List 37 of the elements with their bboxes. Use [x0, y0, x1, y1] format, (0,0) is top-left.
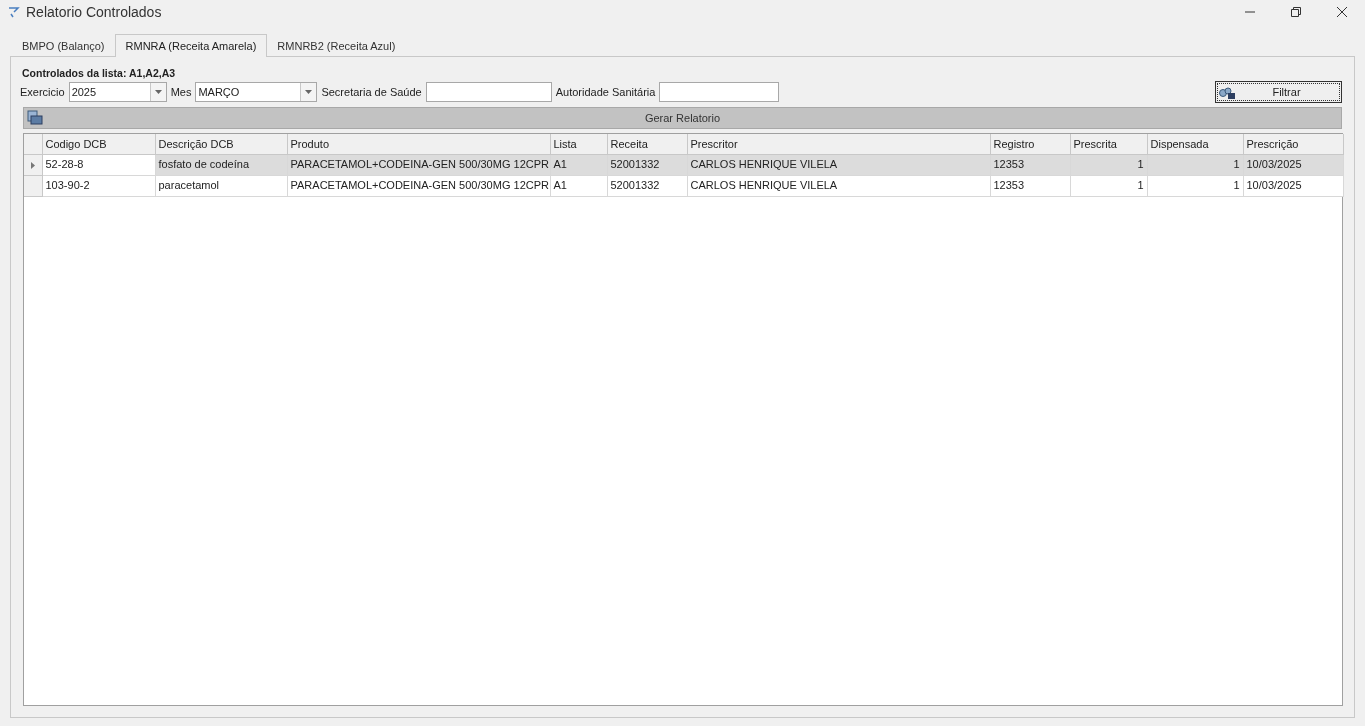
caret-icon	[154, 90, 162, 94]
window-title: Relatorio Controlados	[26, 2, 162, 22]
section-heading: Controlados da lista: A1,A2,A3	[22, 66, 177, 80]
column-header[interactable]: Receita	[607, 134, 687, 154]
column-header[interactable]: Produto	[287, 134, 550, 154]
table-cell: CARLOS HENRIQUE VILELA	[687, 175, 990, 196]
tab[interactable]: BMPO (Balanço)	[12, 36, 115, 56]
column-header[interactable]: Codigo DCB	[42, 134, 155, 154]
app-icon	[8, 6, 20, 18]
column-header[interactable]: Descrição DCB	[155, 134, 287, 154]
dropdown-field[interactable]: MARÇO	[195, 82, 318, 102]
close-icon[interactable]	[1336, 6, 1348, 18]
table-cell: PARACETAMOL+CODEINA-GEN 500/30MG 12CPR	[287, 175, 550, 196]
tab[interactable]: RMNRA (Receita Amarela)	[114, 34, 268, 57]
table-cell: CARLOS HENRIQUE VILELA	[687, 154, 990, 175]
column-header[interactable]: Dispensada	[1147, 134, 1243, 154]
column-header[interactable]: Registro	[990, 134, 1070, 154]
input-field[interactable]	[659, 82, 780, 102]
column-header[interactable]: Prescritor	[687, 134, 990, 154]
column-header[interactable]: Lista	[550, 134, 607, 154]
field-label: Exercicio	[20, 84, 65, 100]
field-label: Autoridade Sanitária	[555, 84, 656, 100]
column-header[interactable]: Prescrita	[1070, 134, 1147, 154]
dropdown-field[interactable]: 2025	[68, 82, 167, 102]
restore-icon[interactable]	[1290, 6, 1302, 18]
filter-button[interactable]: Filtrar	[1215, 81, 1342, 103]
input-field[interactable]	[425, 82, 552, 102]
binoculars-icon	[1219, 85, 1235, 99]
field-label: Secretaria de Saúde	[321, 84, 422, 100]
row-indicator-icon	[30, 161, 35, 169]
table-cell: PARACETAMOL+CODEINA-GEN 500/30MG 12CPR	[287, 154, 550, 175]
caret-icon	[305, 90, 313, 94]
tab[interactable]: RMNRB2 (Receita Azul)	[267, 36, 406, 56]
field-label: Mes	[170, 84, 192, 100]
column-header[interactable]: Prescrição	[1243, 134, 1343, 154]
printer-icon	[27, 110, 43, 126]
generate-report-bar[interactable]: Gerar Relatorio	[23, 107, 1342, 129]
